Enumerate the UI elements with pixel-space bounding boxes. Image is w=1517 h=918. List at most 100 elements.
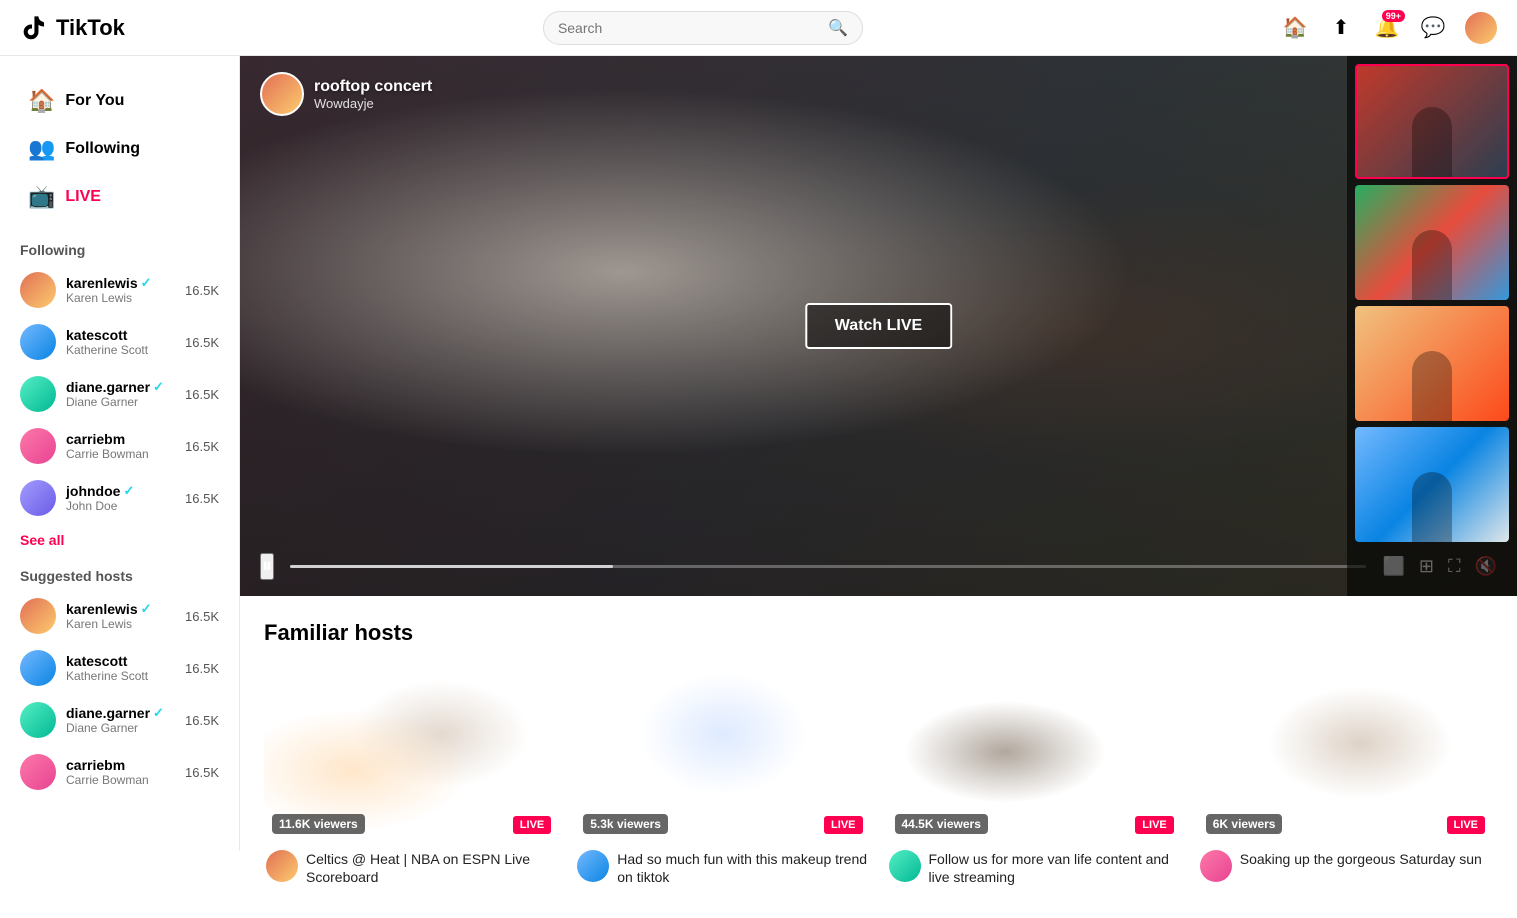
card-title: Celtics @ Heat | NBA on ESPN Live Scoreb… bbox=[306, 850, 557, 886]
card-info: Follow us for more van life content and … bbox=[887, 842, 1182, 894]
following-user-item[interactable]: johndoe✓ John Doe 16.5K bbox=[0, 472, 239, 524]
sidebar-item-live[interactable]: 📺 LIVE bbox=[8, 174, 231, 220]
hero-video: rooftop concert Wowdayje 👥 3485 LIVE Wat… bbox=[240, 56, 1517, 596]
user-handle: katescott bbox=[66, 327, 148, 343]
search-bar[interactable]: 🔍 bbox=[543, 11, 863, 45]
card-title: Follow us for more van life content and … bbox=[929, 850, 1180, 886]
user-info: karenlewis✓ Karen Lewis bbox=[66, 601, 152, 631]
verified-icon: ✓ bbox=[141, 601, 152, 617]
user-handle: johndoe✓ bbox=[66, 483, 134, 499]
messages-icon[interactable]: 💬 bbox=[1419, 14, 1447, 42]
suggested-section-label: Suggested hosts bbox=[0, 556, 239, 590]
thumbnail-1[interactable] bbox=[1355, 64, 1509, 179]
search-icon[interactable]: 🔍 bbox=[828, 18, 848, 38]
upload-icon[interactable]: ⬆ bbox=[1327, 14, 1355, 42]
user-avatar bbox=[20, 754, 56, 790]
logo[interactable]: TikTok bbox=[20, 14, 125, 42]
user-display-name: Diane Garner bbox=[66, 721, 164, 735]
following-user-left: carriebm Carrie Bowman bbox=[20, 754, 149, 790]
user-avatar[interactable] bbox=[1465, 12, 1497, 44]
card-title: Soaking up the gorgeous Saturday sun bbox=[1240, 850, 1482, 868]
suggested-users-list: karenlewis✓ Karen Lewis 16.5K katescott … bbox=[0, 590, 239, 798]
user-follower-count: 16.5K bbox=[185, 713, 219, 728]
video-card[interactable]: 44.5K viewers LIVE Follow us for more va… bbox=[887, 662, 1182, 894]
video-card[interactable]: 6K viewers LIVE Soaking up the gorgeous … bbox=[1198, 662, 1493, 894]
home-icon[interactable]: 🏠 bbox=[1281, 14, 1309, 42]
card-live-badge: LIVE bbox=[513, 816, 551, 834]
card-viewer-count: 11.6K viewers bbox=[272, 814, 365, 834]
following-user-item[interactable]: karenlewis✓ Karen Lewis 16.5K bbox=[0, 590, 239, 642]
user-follower-count: 16.5K bbox=[185, 765, 219, 780]
card-info: Had so much fun with this makeup trend o… bbox=[575, 842, 870, 894]
verified-icon: ✓ bbox=[123, 483, 134, 499]
stream-username: Wowdayje bbox=[314, 96, 432, 111]
thumbnail-4[interactable] bbox=[1355, 427, 1509, 542]
user-avatar bbox=[20, 272, 56, 308]
card-info: Celtics @ Heat | NBA on ESPN Live Scoreb… bbox=[264, 842, 559, 894]
card-viewer-count: 5.3k viewers bbox=[583, 814, 668, 834]
card-live-badge: LIVE bbox=[1135, 816, 1173, 834]
card-viewer-count: 6K viewers bbox=[1206, 814, 1283, 834]
following-user-item[interactable]: karenlewis✓ Karen Lewis 16.5K bbox=[0, 264, 239, 316]
card-title: Had so much fun with this makeup trend o… bbox=[617, 850, 868, 886]
following-user-left: carriebm Carrie Bowman bbox=[20, 428, 149, 464]
user-display-name: John Doe bbox=[66, 499, 134, 513]
video-card[interactable]: 11.6K viewers LIVE Celtics @ Heat | NBA … bbox=[264, 662, 559, 894]
card-thumbnail: 11.6K viewers LIVE bbox=[264, 662, 559, 842]
thumb-person-2 bbox=[1412, 230, 1452, 300]
streamer-avatar[interactable] bbox=[260, 72, 304, 116]
following-user-item[interactable]: diane.garner✓ Diane Garner 16.5K bbox=[0, 694, 239, 746]
user-avatar bbox=[20, 428, 56, 464]
following-user-left: johndoe✓ John Doe bbox=[20, 480, 134, 516]
search-input[interactable] bbox=[558, 20, 820, 36]
header: TikTok 🔍 🏠 ⬆ 🔔 99+ 💬 bbox=[0, 0, 1517, 56]
stream-title: rooftop concert bbox=[314, 78, 432, 96]
following-user-item[interactable]: katescott Katherine Scott 16.5K bbox=[0, 316, 239, 368]
sidebar-nav: 🏠 For You 👥 Following 📺 LIVE bbox=[0, 68, 239, 230]
following-user-item[interactable]: carriebm Carrie Bowman 16.5K bbox=[0, 420, 239, 472]
sidebar-item-following[interactable]: 👥 Following bbox=[8, 126, 231, 172]
card-avatar bbox=[889, 850, 921, 882]
card-thumbnail: 5.3k viewers LIVE bbox=[575, 662, 870, 842]
thumbnail-3[interactable] bbox=[1355, 306, 1509, 421]
thumb-person-3 bbox=[1412, 351, 1452, 421]
user-info: johndoe✓ John Doe bbox=[66, 483, 134, 513]
user-follower-count: 16.5K bbox=[185, 491, 219, 506]
user-avatar bbox=[20, 702, 56, 738]
card-avatar bbox=[266, 850, 298, 882]
user-avatar bbox=[20, 598, 56, 634]
card-avatar bbox=[1200, 850, 1232, 882]
user-handle: carriebm bbox=[66, 757, 149, 773]
user-info: katescott Katherine Scott bbox=[66, 327, 148, 357]
user-info: diane.garner✓ Diane Garner bbox=[66, 379, 164, 409]
following-users-list: karenlewis✓ Karen Lewis 16.5K katescott … bbox=[0, 264, 239, 524]
following-user-item[interactable]: carriebm Carrie Bowman 16.5K bbox=[0, 746, 239, 798]
pause-button[interactable]: ⏸ bbox=[260, 553, 274, 580]
user-follower-count: 16.5K bbox=[185, 609, 219, 624]
card-live-badge: LIVE bbox=[824, 816, 862, 834]
following-user-item[interactable]: katescott Katherine Scott 16.5K bbox=[0, 642, 239, 694]
following-user-item[interactable]: diane.garner✓ Diane Garner 16.5K bbox=[0, 368, 239, 420]
familiar-hosts-title: Familiar hosts bbox=[264, 620, 1493, 646]
verified-icon: ✓ bbox=[153, 705, 164, 721]
see-all-button[interactable]: See all bbox=[0, 524, 239, 556]
home-nav-icon: 🏠 bbox=[28, 88, 55, 114]
video-card[interactable]: 5.3k viewers LIVE Had so much fun with t… bbox=[575, 662, 870, 894]
stream-user-info: rooftop concert Wowdayje bbox=[260, 72, 432, 116]
watch-live-button[interactable]: Watch LIVE bbox=[805, 303, 952, 349]
sidebar-item-for-you[interactable]: 🏠 For You bbox=[8, 78, 231, 124]
sidebar-item-label-live: LIVE bbox=[65, 188, 101, 206]
user-display-name: Katherine Scott bbox=[66, 669, 148, 683]
user-display-name: Carrie Bowman bbox=[66, 773, 149, 787]
user-handle: katescott bbox=[66, 653, 148, 669]
user-handle: diane.garner✓ bbox=[66, 379, 164, 395]
user-avatar bbox=[20, 376, 56, 412]
thumbnail-2[interactable] bbox=[1355, 185, 1509, 300]
following-user-left: diane.garner✓ Diane Garner bbox=[20, 702, 164, 738]
header-icons: 🏠 ⬆ 🔔 99+ 💬 bbox=[1281, 12, 1497, 44]
user-follower-count: 16.5K bbox=[185, 439, 219, 454]
card-thumbnail: 6K viewers LIVE bbox=[1198, 662, 1493, 842]
notifications-icon[interactable]: 🔔 99+ bbox=[1373, 14, 1401, 42]
thumb-person-4 bbox=[1412, 472, 1452, 542]
progress-bar[interactable] bbox=[290, 565, 1366, 568]
